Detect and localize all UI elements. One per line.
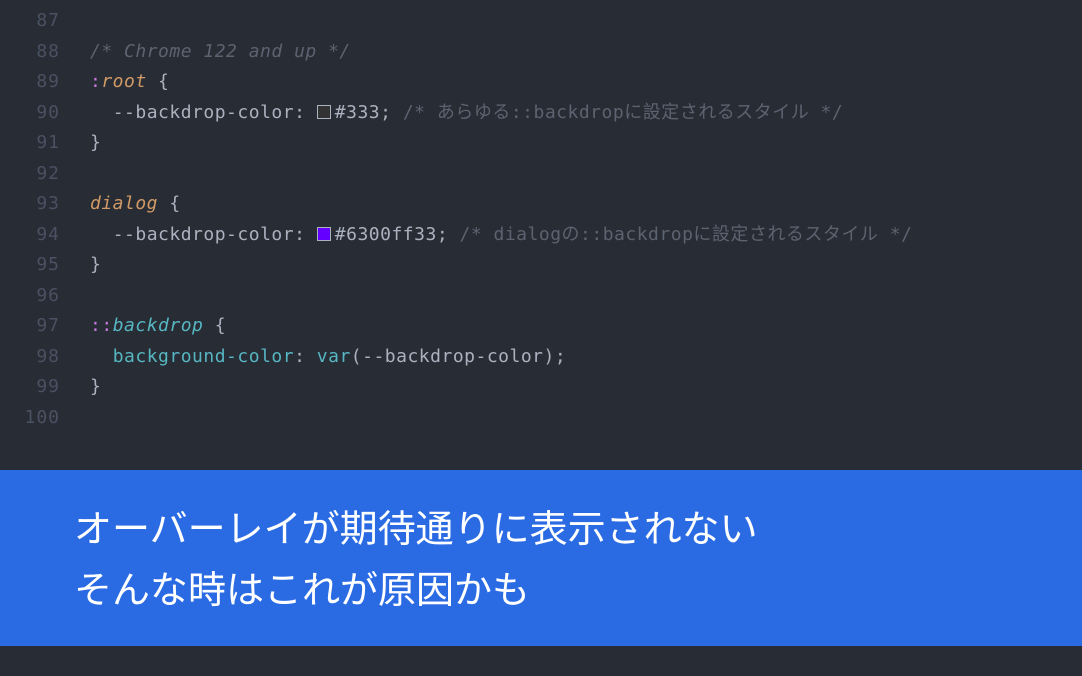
code-line[interactable]: } [90, 372, 1082, 403]
line-number: 87 [0, 6, 66, 37]
code-line[interactable]: /* Chrome 122 and up */ [90, 37, 1082, 68]
line-number: 97 [0, 311, 66, 342]
code-line[interactable] [90, 6, 1082, 37]
banner-line-2: そんな時はこれが原因かも [74, 557, 1082, 618]
code-token: : [294, 346, 317, 367]
code-token: ; [555, 346, 566, 367]
code-editor: 87888990919293949596979899100 /* Chrome … [0, 0, 1082, 676]
color-swatch-icon [317, 105, 331, 119]
code-line[interactable]: } [90, 128, 1082, 159]
line-number: 100 [0, 403, 66, 434]
code-token: #333 [335, 102, 380, 123]
line-number: 91 [0, 128, 66, 159]
code-token: background-color [113, 346, 294, 367]
code-line[interactable] [90, 403, 1082, 434]
code-token: dialog [90, 193, 158, 214]
code-token: var [317, 346, 351, 367]
line-number: 95 [0, 250, 66, 281]
code-token: root [101, 71, 146, 92]
line-number: 99 [0, 372, 66, 403]
code-token: /* Chrome 122 and up */ [90, 41, 351, 62]
code-token: #6300ff33 [335, 224, 437, 245]
code-line[interactable]: --backdrop-color: #6300ff33; /* dialogの:… [90, 220, 1082, 251]
code-token: --backdrop-color [113, 102, 294, 123]
line-number: 94 [0, 220, 66, 251]
code-token: ; [380, 102, 403, 123]
code-token: : [294, 224, 317, 245]
code-token: : [294, 102, 317, 123]
code-token: ( [351, 346, 362, 367]
code-token: --backdrop-color [362, 346, 543, 367]
title-banner: オーバーレイが期待通りに表示されない そんな時はこれが原因かも [0, 470, 1082, 646]
line-number: 93 [0, 189, 66, 220]
code-line[interactable]: --backdrop-color: #333; /* あらゆる::backdro… [90, 98, 1082, 129]
line-number: 90 [0, 98, 66, 129]
code-token: ) [544, 346, 555, 367]
code-token: /* dialogの::backdropに設定されるスタイル */ [460, 224, 913, 245]
code-token: { [158, 193, 181, 214]
code-token: ; [437, 224, 460, 245]
code-token: } [90, 376, 101, 397]
line-number: 96 [0, 281, 66, 312]
line-number: 88 [0, 37, 66, 68]
code-line[interactable]: dialog { [90, 189, 1082, 220]
code-line[interactable]: ::backdrop { [90, 311, 1082, 342]
code-line[interactable] [90, 281, 1082, 312]
line-number: 92 [0, 159, 66, 190]
banner-line-1: オーバーレイが期待通りに表示されない [74, 496, 1082, 557]
code-token: } [90, 254, 101, 275]
code-token: --backdrop-color [113, 224, 294, 245]
code-line[interactable]: } [90, 250, 1082, 281]
code-token: { [147, 71, 170, 92]
code-token: :: [90, 315, 113, 336]
code-token: } [90, 132, 101, 153]
code-token: : [90, 71, 101, 92]
code-token: /* あらゆる::backdropに設定されるスタイル */ [403, 102, 843, 123]
code-line[interactable] [90, 159, 1082, 190]
color-swatch-icon [317, 227, 331, 241]
line-number: 89 [0, 67, 66, 98]
line-number: 98 [0, 342, 66, 373]
code-line[interactable]: :root { [90, 67, 1082, 98]
code-line[interactable]: background-color: var(--backdrop-color); [90, 342, 1082, 373]
code-token: backdrop [113, 315, 204, 336]
code-token: { [203, 315, 226, 336]
